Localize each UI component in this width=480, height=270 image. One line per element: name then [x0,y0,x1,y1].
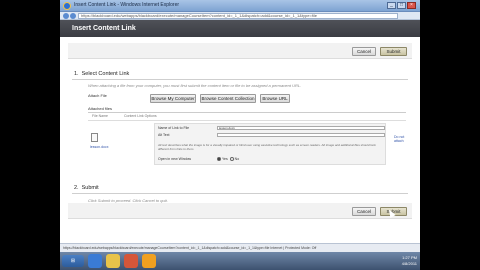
close-button[interactable]: × [407,2,416,9]
attached-files-table: File Name Content Link Options lesson.do… [88,112,406,172]
page-header: Insert Content Link [60,20,420,37]
top-action-bar: Cancel Submit [68,43,412,59]
status-bar: https://blackboard.edu/webapps/blackboar… [60,243,420,252]
page-title: Insert Content Link [72,25,136,32]
link-options-panel: Name of Link to File lesson.docx Alt Tex… [154,123,386,165]
taskbar: ⊞ 1:27 PM 4/8/2011 [60,252,420,270]
divider [72,79,408,80]
alt-text-note: Alt text describes what the image is for… [158,143,376,151]
ie-taskbar-icon[interactable] [88,254,102,268]
maximize-button[interactable]: □ [397,2,406,9]
browse-collection-button[interactable]: Browse Content Collection [200,94,256,103]
minimize-button[interactable]: _ [387,2,396,9]
media-taskbar-icon[interactable] [124,254,138,268]
explorer-taskbar-icon[interactable] [106,254,120,268]
col-file-name: File Name [92,114,108,118]
attach-file-label: Attach File [88,93,107,98]
alt-text-label: Alt Text [158,133,170,137]
section-1-title: 1. Select Content Link [74,71,130,77]
radio-no[interactable] [229,157,234,162]
do-not-attach-link[interactable]: Do not attach [394,135,408,143]
alt-text-input[interactable] [217,133,385,137]
file-icon [91,133,98,142]
screen: Insert Content Link - Windows Internet E… [60,0,420,270]
app-taskbar-icon[interactable] [142,254,156,268]
page-content: Cancel Submit 1. Select Content Link When… [60,37,420,243]
open-new-window-label: Open in new Window [158,157,192,161]
address-bar: https://blackboard.edu/webapps/blackboar… [60,12,420,20]
open-new-window-options: Yes No [217,157,239,162]
browser-titlebar: Insert Content Link - Windows Internet E… [60,0,420,12]
back-icon[interactable] [63,13,69,19]
browse-url-button[interactable]: Browse URL [260,94,290,103]
top-cancel-button[interactable]: Cancel [352,47,376,56]
bottom-action-bar: Cancel Submit [68,203,412,219]
attached-files-label: Attached files [88,106,113,111]
col-link-options: Content Link Options [124,114,157,118]
browse-computer-button[interactable]: Browse My Computer [150,94,196,103]
table-divider [88,120,406,121]
section-1-description: When attaching a file from your computer… [88,83,302,88]
bottom-cancel-button[interactable]: Cancel [352,207,376,216]
radio-yes[interactable] [217,157,221,162]
forward-icon[interactable] [70,13,76,19]
file-name-link[interactable]: lesson.docx [90,145,108,149]
divider [72,193,408,194]
internet-explorer-icon [63,2,71,10]
window-title: Insert Content Link - Windows Internet E… [74,2,180,8]
top-submit-button[interactable]: Submit [380,47,407,56]
address-input[interactable]: https://blackboard.edu/webapps/blackboar… [78,13,398,19]
start-button[interactable]: ⊞ [62,255,84,267]
name-of-link-label: Name of Link to File [158,126,190,130]
clock: 1:27 PM 4/8/2011 [401,255,417,266]
name-of-link-input[interactable]: lesson.docx [217,126,385,130]
section-2-title: 2. Submit [74,185,99,191]
